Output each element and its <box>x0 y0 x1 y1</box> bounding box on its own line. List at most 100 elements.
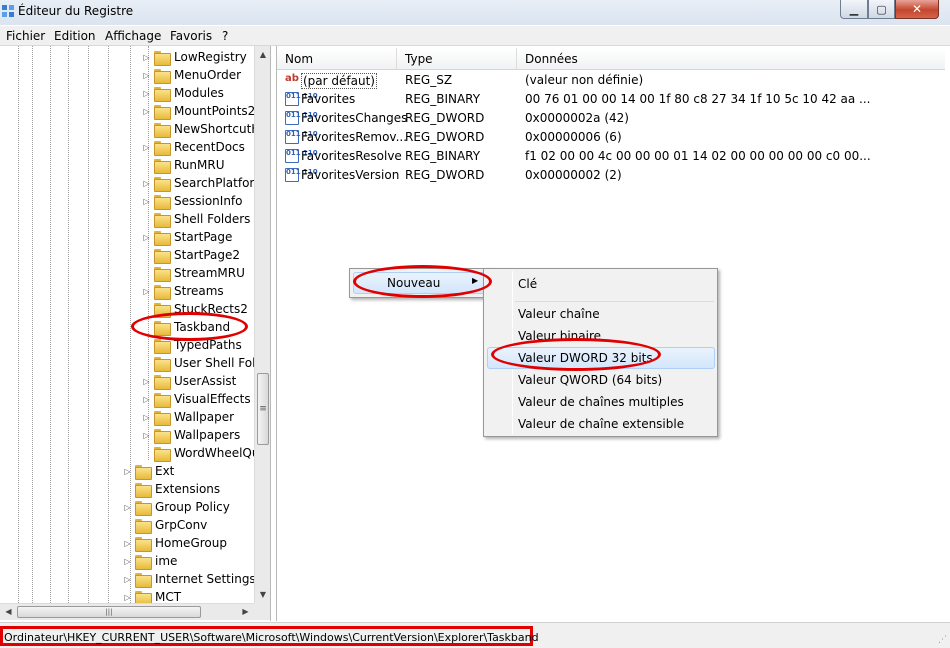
tree-item[interactable]: StuckRects2 <box>142 300 248 318</box>
expand-icon[interactable]: ▷ <box>123 593 132 602</box>
scroll-left-icon[interactable]: ◀ <box>0 604 17 620</box>
menu-item-valeur-dword[interactable]: Valeur DWORD 32 bits <box>518 351 653 365</box>
column-header-type[interactable]: Type <box>397 48 517 70</box>
value-row[interactable]: 011 110 Favorites REG_BINARY 00 76 01 00 00… <box>277 90 945 109</box>
tree-item-label: MCT <box>155 590 182 604</box>
tree-item[interactable]: Shell Folders <box>142 210 250 228</box>
menu-bar: Fichier Edition Affichage Favoris ? <box>0 26 950 46</box>
menu-item-valeur-binaire[interactable]: Valeur binaire <box>518 329 601 343</box>
tree-item-label: Streams <box>174 284 224 298</box>
folder-icon <box>154 320 171 336</box>
value-row[interactable]: 011 110 FavoritesVersion REG_DWORD 0x000000… <box>277 166 945 185</box>
tree-item[interactable]: ▷ StartPage <box>142 228 232 246</box>
expand-icon[interactable]: ▷ <box>142 71 151 80</box>
tree-item[interactable]: ▷ LowRegistry <box>142 48 247 66</box>
minimize-button[interactable]: ▁ <box>840 0 868 19</box>
hscroll-thumb[interactable]: ||| <box>17 606 201 618</box>
tree-item[interactable]: ▷ Streams <box>142 282 224 300</box>
menu-item-valeur-multi[interactable]: Valeur de chaînes multiples <box>518 395 684 409</box>
menu-item-valeur-qword[interactable]: Valeur QWORD (64 bits) <box>518 373 662 387</box>
annotation-box-path: Ordinateur\HKEY_CURRENT_USER\Software\Mi… <box>0 626 539 646</box>
tree-item[interactable]: TypedPaths <box>142 336 242 354</box>
tree-item[interactable]: ▷ Internet Settings <box>123 570 256 588</box>
value-type: REG_DWORD <box>405 111 485 125</box>
tree-item[interactable]: StreamMRU <box>142 264 245 282</box>
value-row[interactable]: 011 110 FavoritesResolve REG_BINARY f1 02 0… <box>277 147 945 166</box>
expand-icon[interactable]: ▷ <box>142 413 151 422</box>
tree-horizontal-scrollbar[interactable]: ◀ ||| ▶ <box>0 603 254 620</box>
menu-item-valeur-chaine[interactable]: Valeur chaîne <box>518 307 600 321</box>
expand-icon[interactable]: ▷ <box>142 233 151 242</box>
folder-icon <box>135 572 152 588</box>
tree-item-label: User Shell Fold <box>174 356 264 370</box>
registry-tree[interactable]: ▷ LowRegistry ▷ MenuOrder ▷ Modules ▷ MountPoin… <box>0 46 271 621</box>
expand-icon[interactable]: ▷ <box>142 287 151 296</box>
tree-guide-line <box>108 46 109 603</box>
tree-vertical-scrollbar[interactable]: ▲ ≡ ▼ <box>254 46 270 603</box>
tree-item[interactable]: ▷ Group Policy <box>123 498 230 516</box>
tree-item[interactable]: WordWheelQu <box>142 444 259 462</box>
tree-item[interactable]: ▷ VisualEffects <box>142 390 251 408</box>
expand-icon[interactable]: ▷ <box>123 467 132 476</box>
expand-icon[interactable]: ▷ <box>123 503 132 512</box>
tree-item[interactable]: ▷ MountPoints2 <box>142 102 255 120</box>
expand-icon[interactable]: ▷ <box>123 575 132 584</box>
resize-grip-icon[interactable]: ⋰ <box>938 635 947 645</box>
tree-item[interactable]: GrpConv <box>123 516 207 534</box>
menu-edition[interactable]: Edition <box>54 29 96 43</box>
tree-item[interactable]: Extensions <box>123 480 220 498</box>
value-name: FavoritesRemov... <box>301 130 408 144</box>
menu-fichier[interactable]: Fichier <box>6 29 45 43</box>
tree-item[interactable]: Taskband <box>142 318 230 336</box>
tree-item[interactable]: ▷ Wallpaper <box>142 408 234 426</box>
tree-item-label: VisualEffects <box>174 392 251 406</box>
menu-item-cle[interactable]: Clé <box>518 277 537 291</box>
tree-item[interactable]: RunMRU <box>142 156 224 174</box>
expand-icon[interactable]: ▷ <box>142 89 151 98</box>
expand-icon[interactable]: ▷ <box>123 539 132 548</box>
close-button[interactable]: ✕ <box>895 0 939 19</box>
expand-icon[interactable]: ▷ <box>142 395 151 404</box>
scroll-up-icon[interactable]: ▲ <box>255 46 270 63</box>
tree-item[interactable]: ▷ SearchPlatform <box>142 174 266 192</box>
grip-icon: ||| <box>105 608 113 616</box>
tree-item[interactable]: ▷ SessionInfo <box>142 192 243 210</box>
scroll-right-icon[interactable]: ▶ <box>237 604 254 620</box>
menu-favoris[interactable]: Favoris <box>170 29 212 43</box>
menu-item-valeur-extensible[interactable]: Valeur de chaîne extensible <box>518 417 684 431</box>
binary-value-icon: 011 110 <box>285 168 318 182</box>
expand-icon[interactable]: ▷ <box>142 179 151 188</box>
tree-item-label: MountPoints2 <box>174 104 256 118</box>
tree-item[interactable]: ▷ Modules <box>142 84 224 102</box>
tree-item[interactable]: User Shell Fold <box>142 354 263 372</box>
tree-item[interactable]: ▷ RecentDocs <box>142 138 245 156</box>
tree-item[interactable]: StartPage2 <box>142 246 240 264</box>
tree-item[interactable]: ▷ Ext <box>123 462 174 480</box>
value-row[interactable]: 011 110 FavoritesRemov... REG_DWORD 0x00000… <box>277 128 945 147</box>
tree-item[interactable]: ▷ UserAssist <box>142 372 236 390</box>
expand-icon[interactable]: ▷ <box>123 557 132 566</box>
expand-icon[interactable]: ▷ <box>142 377 151 386</box>
folder-icon <box>154 428 171 444</box>
expand-icon[interactable]: ▷ <box>142 143 151 152</box>
tree-item[interactable]: NewShortcutH <box>142 120 260 138</box>
expand-icon[interactable]: ▷ <box>142 107 151 116</box>
tree-item-label: Shell Folders <box>174 212 251 226</box>
grip-icon: ≡ <box>259 404 267 414</box>
scroll-thumb[interactable]: ≡ <box>257 373 269 445</box>
menu-help[interactable]: ? <box>222 29 228 43</box>
expand-icon[interactable]: ▷ <box>142 53 151 62</box>
value-row[interactable]: 011 110 FavoritesChanges REG_DWORD 0x000000… <box>277 109 945 128</box>
scroll-down-icon[interactable]: ▼ <box>255 586 270 603</box>
column-header-name[interactable]: Nom <box>277 48 397 70</box>
tree-item[interactable]: ▷ ime <box>123 552 177 570</box>
tree-item[interactable]: ▷ HomeGroup <box>123 534 227 552</box>
menu-affichage[interactable]: Affichage <box>105 29 161 43</box>
tree-item[interactable]: ▷ MenuOrder <box>142 66 241 84</box>
maximize-button[interactable]: ▢ <box>868 0 895 19</box>
value-row[interactable]: ab (par défaut) REG_SZ (valeur non définie) <box>277 71 945 90</box>
column-header-data[interactable]: Données <box>517 48 945 70</box>
tree-item[interactable]: ▷ Wallpapers <box>142 426 240 444</box>
expand-icon[interactable]: ▷ <box>142 431 151 440</box>
expand-icon[interactable]: ▷ <box>142 197 151 206</box>
